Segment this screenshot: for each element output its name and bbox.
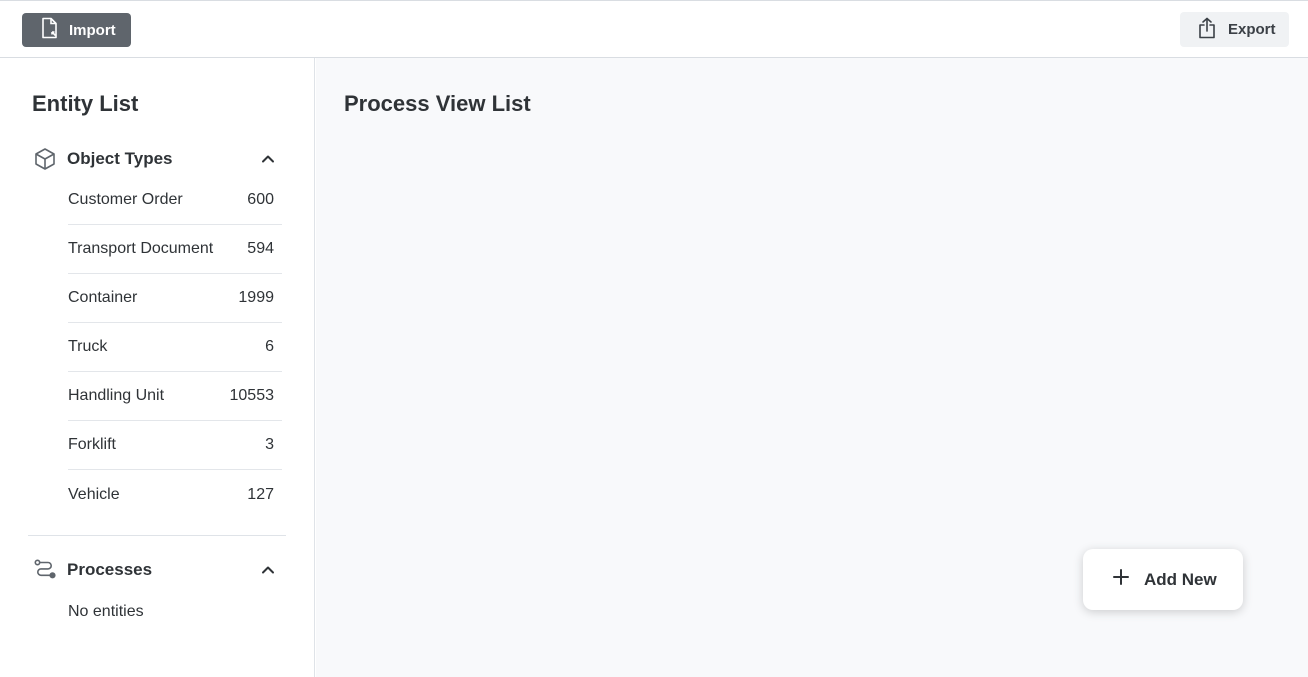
- list-item[interactable]: Truck 6: [68, 323, 282, 372]
- item-count: 10553: [229, 387, 275, 404]
- item-count: 600: [247, 191, 274, 208]
- list-item[interactable]: Handling Unit 10553: [68, 372, 282, 421]
- plus-icon: [1112, 568, 1130, 591]
- item-label: Handling Unit: [68, 387, 165, 404]
- top-toolbar: Import Export: [0, 0, 1308, 58]
- item-label: Customer Order: [68, 191, 183, 208]
- page-title: Process View List: [344, 91, 531, 116]
- cube-icon: [32, 146, 58, 172]
- object-types-header[interactable]: Object Types: [32, 146, 282, 172]
- entity-sidebar: Entity List Object Types Customer Order …: [0, 58, 315, 677]
- section-divider: [28, 535, 286, 536]
- list-item[interactable]: Vehicle 127: [68, 470, 282, 519]
- sidebar-title: Entity List: [32, 91, 139, 116]
- export-button[interactable]: Export: [1180, 12, 1289, 47]
- list-item[interactable]: Transport Document 594: [68, 225, 282, 274]
- item-count: 3: [265, 436, 274, 453]
- processes-label: Processes: [67, 560, 153, 579]
- chevron-up-icon[interactable]: [258, 149, 278, 169]
- route-icon: [32, 557, 58, 583]
- item-label: Container: [68, 289, 138, 306]
- item-count: 127: [247, 485, 274, 503]
- export-label: Export: [1228, 21, 1276, 38]
- item-count: 6: [265, 338, 274, 355]
- item-label: Vehicle: [68, 485, 120, 503]
- add-new-button[interactable]: Add New: [1083, 549, 1243, 610]
- item-label: Transport Document: [68, 240, 214, 257]
- object-types-list: Customer Order 600 Transport Document 59…: [68, 176, 282, 519]
- import-label: Import: [69, 21, 116, 39]
- import-button[interactable]: Import: [22, 13, 131, 47]
- list-item[interactable]: Customer Order 600: [68, 176, 282, 225]
- object-types-label: Object Types: [67, 149, 173, 168]
- share-export-icon: [1198, 17, 1216, 43]
- chevron-up-icon[interactable]: [258, 560, 278, 580]
- file-import-icon: [40, 17, 60, 43]
- list-item[interactable]: Container 1999: [68, 274, 282, 323]
- item-label: Truck: [68, 338, 108, 355]
- processes-empty-text: No entities: [68, 603, 144, 620]
- item-label: Forklift: [68, 436, 116, 453]
- item-count: 1999: [238, 289, 274, 306]
- main-content: Process View List Add New: [316, 58, 1308, 677]
- processes-header[interactable]: Processes: [32, 557, 282, 583]
- item-count: 594: [247, 240, 274, 257]
- add-new-label: Add New: [1144, 569, 1217, 589]
- list-item[interactable]: Forklift 3: [68, 421, 282, 470]
